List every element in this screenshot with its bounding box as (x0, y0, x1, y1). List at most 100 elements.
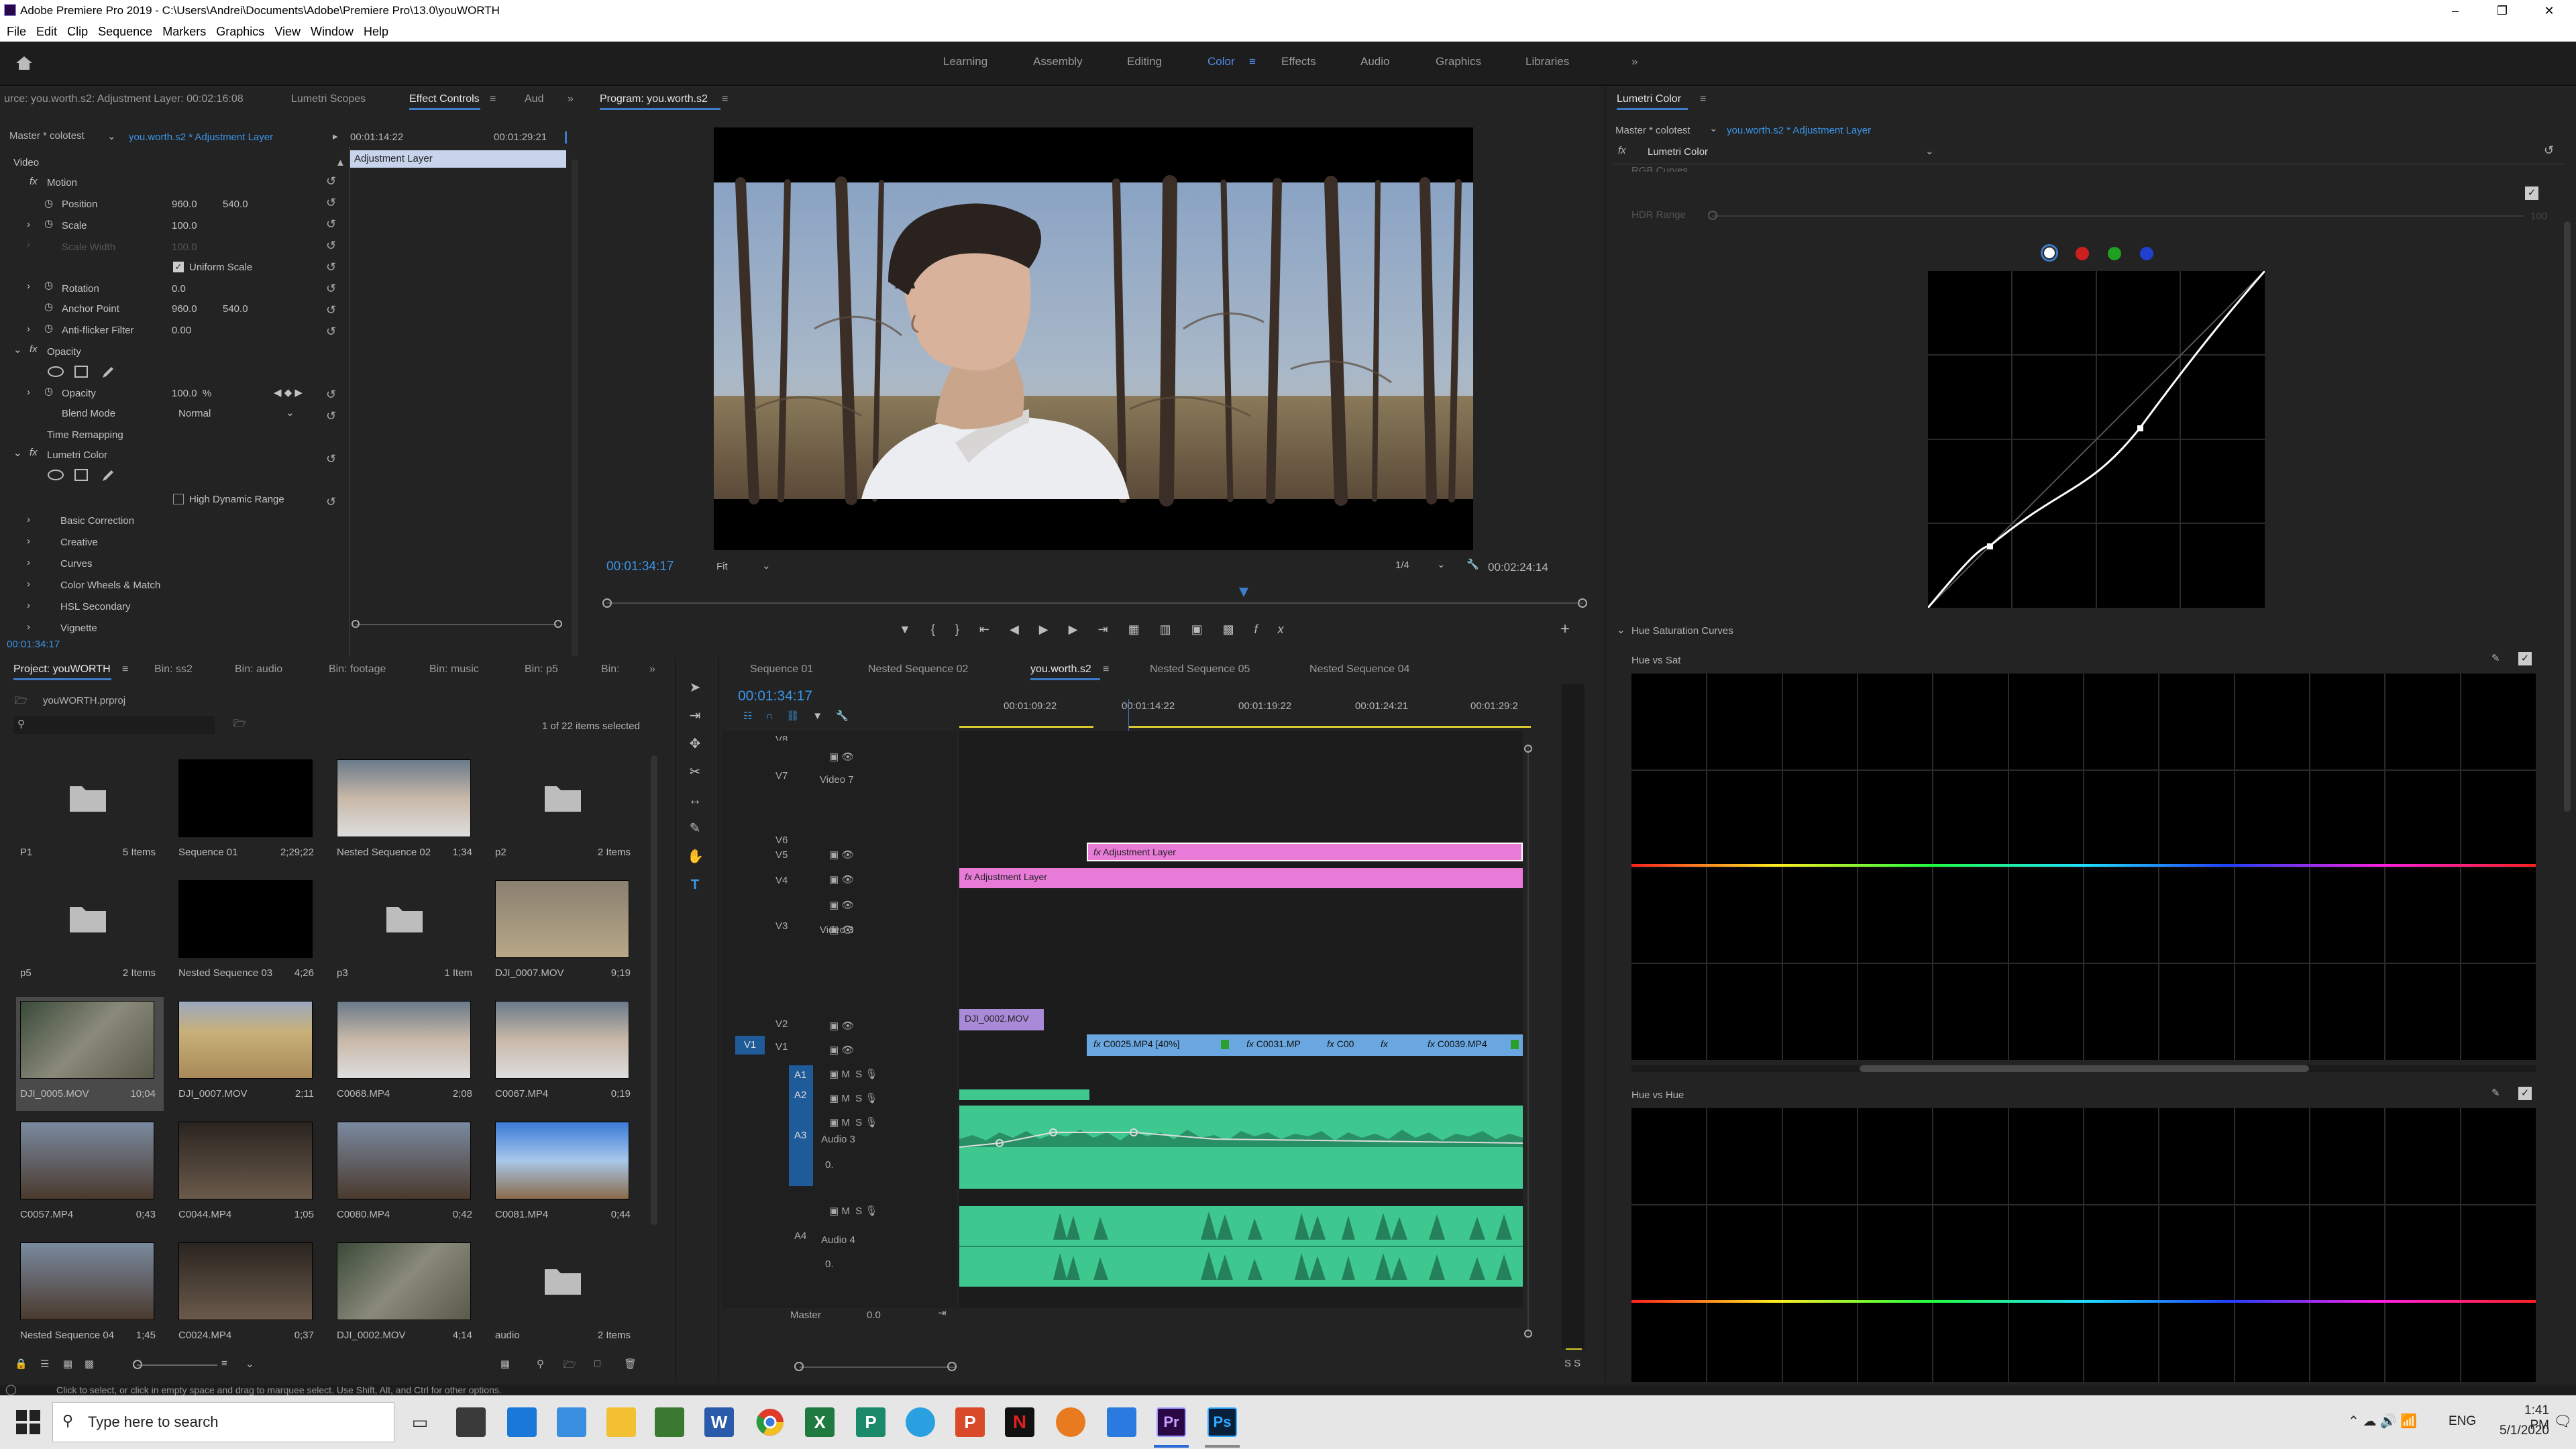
anti-flicker-value[interactable]: 0.00 (172, 325, 191, 336)
play-icon[interactable]: ▶ (1039, 623, 1069, 636)
publisher-icon[interactable]: P (856, 1407, 885, 1437)
snap-icon[interactable]: ∩ (765, 710, 786, 722)
dropdown-arrow-icon[interactable]: ⌄ (1925, 145, 1934, 157)
project-item[interactable]: C0044.MP4 1;05 (174, 1118, 322, 1232)
pen-mask-icon[interactable] (101, 365, 115, 380)
ec-zoom-track[interactable] (356, 624, 557, 625)
zoom-slider-handle[interactable] (133, 1360, 142, 1369)
eye-icon[interactable]: ▣ 👁 (829, 893, 854, 918)
timeline-hscroll[interactable] (800, 1366, 955, 1368)
eye-icon[interactable]: ▣ 👁 (829, 843, 854, 868)
hue-vs-sat-graph[interactable] (1631, 674, 2536, 1060)
channel-green-button[interactable] (2108, 247, 2121, 260)
tab-bin-more[interactable]: Bin: (601, 657, 620, 682)
mute-solo-record-icons[interactable]: ▣ M S 🎙 (829, 1087, 877, 1111)
workspace-graphics[interactable]: Graphics (1436, 55, 1481, 68)
reset-icon[interactable]: ↺ (326, 256, 342, 278)
selection-tool-icon[interactable]: ➤ (687, 674, 703, 702)
reset-icon[interactable]: ↺ (326, 170, 342, 192)
add-marker-icon[interactable]: ▼ (899, 623, 931, 636)
clip-unlabeled[interactable]: fx (1377, 1034, 1403, 1056)
clip-thumbnail[interactable] (178, 880, 313, 958)
panel-menu-icon[interactable]: ≡ (122, 657, 128, 682)
lumetri-clip-label[interactable]: you.worth.s2 * Adjustment Layer (1727, 125, 1871, 136)
restore-button[interactable]: ❐ (2475, 0, 2529, 21)
curves-enable-checkbox[interactable]: ✓ (2525, 186, 2538, 200)
stopwatch-active-icon[interactable]: ◷ (44, 385, 53, 397)
nest-icon[interactable]: ☷ (743, 710, 765, 722)
dropdown-arrow-icon[interactable]: ⌄ (1437, 558, 1446, 570)
slip-tool-icon[interactable]: ↔ (687, 786, 703, 814)
scroll-up-icon[interactable]: ▲ (335, 157, 345, 168)
timeline-timecode[interactable]: 00:01:34:17 (738, 688, 812, 704)
skype-icon[interactable] (906, 1407, 935, 1437)
project-item[interactable]: C0081.MP4 0;44 (491, 1118, 639, 1232)
menu-help[interactable]: Help (364, 21, 388, 42)
menu-edit[interactable]: Edit (36, 21, 57, 42)
project-item[interactable]: C0067.MP4 0;19 (491, 997, 639, 1111)
panel-menu-icon[interactable]: ≡ (1103, 657, 1109, 682)
settings-wrench-icon[interactable]: 🔧 (1466, 558, 1479, 570)
clip-thumbnail[interactable] (20, 1122, 154, 1199)
audio-clip-a4[interactable] (959, 1206, 1523, 1287)
stopwatch-icon[interactable]: ◷ (44, 301, 53, 313)
blender-icon[interactable] (1056, 1407, 1085, 1437)
clip-c0025[interactable]: fx C0025.MP4 [40%] (1089, 1034, 1201, 1056)
project-item[interactable]: audio 2 Items (491, 1238, 639, 1352)
reset-icon[interactable]: ↺ (326, 384, 336, 405)
curve-point[interactable] (2137, 425, 2143, 431)
project-item[interactable]: Nested Sequence 03 4;26 (174, 876, 322, 990)
tab-lumetri-scopes[interactable]: Lumetri Scopes (291, 87, 366, 111)
program-playhead[interactable] (1239, 588, 1248, 597)
tab-nested-sequence-04[interactable]: Nested Sequence 04 (1309, 657, 1409, 682)
clear-icon[interactable]: 🗑 (624, 1358, 637, 1370)
clip-label[interactable]: you.worth.s2 * Adjustment Layer (129, 131, 273, 143)
clip-thumbnail[interactable] (337, 1122, 471, 1199)
project-item[interactable]: C0080.MP4 0;42 (333, 1118, 480, 1232)
hue-vs-hue-checkbox[interactable]: ✓ (2518, 1087, 2532, 1100)
panel-menu-icon[interactable]: ≡ (722, 87, 728, 111)
mute-solo-record-icons[interactable]: ▣ M S 🎙 (829, 1111, 877, 1135)
eyedropper-icon[interactable]: ✎ (2491, 652, 2500, 664)
type-tool-icon[interactable]: T (687, 871, 703, 899)
anchor-y-value[interactable]: 540.0 (223, 303, 248, 315)
steam-icon[interactable] (557, 1407, 586, 1437)
mute-solo-record-icons[interactable]: ▣ M S 🎙 (829, 1063, 877, 1087)
eye-icon[interactable]: ▣ 👁 (829, 867, 854, 893)
expand-arrow-icon[interactable]: › (27, 514, 30, 525)
audio-clip-a3[interactable] (959, 1106, 1523, 1189)
minecraft-icon[interactable] (655, 1407, 684, 1437)
new-item-icon[interactable]: □ (594, 1358, 600, 1369)
clip-thumbnail[interactable] (178, 1001, 313, 1079)
vscroll-handle[interactable] (1524, 745, 1532, 753)
program-monitor-title[interactable]: Program: you.worth.s2 (600, 87, 720, 111)
freeform-view-icon[interactable]: ▩ (85, 1358, 94, 1370)
tab-project[interactable]: Project: youWORTH (13, 657, 111, 682)
workspace-libraries[interactable]: Libraries (1525, 55, 1569, 68)
ripple-edit-tool-icon[interactable]: ✥ (687, 730, 703, 758)
reset-icon[interactable]: ↺ (2544, 144, 2554, 158)
zoom-icon[interactable] (1107, 1407, 1136, 1437)
collapse-arrow-icon[interactable]: ⌄ (13, 447, 22, 459)
vscroll-handle[interactable] (1524, 1330, 1532, 1338)
close-button[interactable]: ✕ (2522, 0, 2576, 21)
eye-icon[interactable]: ▣ 👁 (829, 1038, 877, 1063)
rotation-value[interactable]: 0.0 (172, 283, 186, 294)
audio-clip-a2[interactable] (959, 1089, 1089, 1100)
new-bin-from-search-icon[interactable]: 🗁 (233, 716, 246, 733)
store-icon[interactable] (456, 1407, 486, 1437)
rectangle-mask-icon[interactable] (74, 468, 89, 482)
settings-wrench-icon[interactable]: 🔧 (836, 710, 862, 722)
scrubber-handle-right[interactable] (1578, 598, 1587, 608)
home-icon[interactable] (15, 55, 34, 71)
comparison-view-icon[interactable]: ▩ (1223, 623, 1254, 636)
expand-arrow-icon[interactable]: › (27, 280, 30, 292)
project-item[interactable]: C0057.MP4 0;43 (16, 1118, 164, 1232)
hdr-checkbox[interactable] (173, 494, 184, 504)
zoom-slider[interactable] (137, 1364, 217, 1366)
hue-sat-scroll-thumb[interactable] (1860, 1065, 2309, 1072)
tab-nested-sequence-05[interactable]: Nested Sequence 05 (1150, 657, 1250, 682)
video-frame[interactable] (714, 127, 1473, 550)
transition-marker[interactable] (1221, 1040, 1229, 1049)
program-timecode[interactable]: 00:01:34:17 (606, 559, 674, 574)
